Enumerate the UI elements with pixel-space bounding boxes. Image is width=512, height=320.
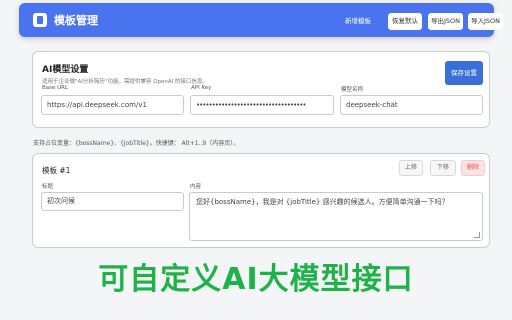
ai-settings-title: AI模型设置 xyxy=(42,65,89,75)
template-title: 模板 #1 xyxy=(42,166,71,175)
api-key-input[interactable]: ••••••••••••••••••••••••••••••••••• xyxy=(190,95,334,115)
delete-button[interactable]: 删除 xyxy=(461,160,485,176)
model-name-label: 模型名称 xyxy=(341,87,364,93)
model-name-input[interactable]: deepseek-chat xyxy=(340,95,483,115)
content-label: 内容 xyxy=(190,184,202,190)
ai-settings-subtitle: 适用于企业微"AI分析简历"功能。需提供兼容 OpenAI 的接口信息。 xyxy=(42,79,209,85)
move-up-button[interactable]: 上移 xyxy=(399,160,423,176)
app-logo-icon xyxy=(33,13,47,27)
new-template-link[interactable]: 新增模板 xyxy=(345,15,371,25)
base-url-label: Base URL xyxy=(42,85,69,91)
save-settings-button[interactable]: 保存设置 xyxy=(445,61,483,85)
import-json-button[interactable]: 导入JSON xyxy=(468,13,503,30)
content-textarea[interactable]: 您好{bossName}，我是对 {jobTitle} 感兴趣的候选人。方便简单… xyxy=(189,192,483,241)
move-down-button[interactable]: 下移 xyxy=(430,160,456,176)
placeholder-hint: 支持占位变量：{bossName}、{jobTitle}。快捷键： Alt+1.… xyxy=(33,140,240,147)
template-title-label: 标题 xyxy=(42,184,54,190)
template-card: 模板 #1 上移 下移 删除 标题 初次问候 内容 您好{bossName}，我… xyxy=(32,153,490,248)
top-bar: 模板管理 新增模板 恢复默认 导出JSON 导入JSON xyxy=(19,3,503,37)
ai-settings-card: AI模型设置 适用于企业微"AI分析简历"功能。需提供兼容 OpenAI 的接口… xyxy=(32,51,490,128)
resize-handle-icon[interactable] xyxy=(474,232,480,238)
promo-banner: 可自定义AI大模型接口 xyxy=(98,262,414,297)
app-title: 模板管理 xyxy=(54,14,98,27)
template-title-input[interactable]: 初次问候 xyxy=(41,192,184,211)
api-key-label: API Key xyxy=(191,85,212,91)
restore-default-button[interactable]: 恢复默认 xyxy=(388,13,422,30)
content-text: 您好{bossName}，我是对 {jobTitle} 感兴趣的候选人。方便简单… xyxy=(196,198,449,206)
base-url-input[interactable]: https://api.deepseek.com/v1 xyxy=(41,95,184,115)
export-json-button[interactable]: 导出JSON xyxy=(428,13,463,30)
